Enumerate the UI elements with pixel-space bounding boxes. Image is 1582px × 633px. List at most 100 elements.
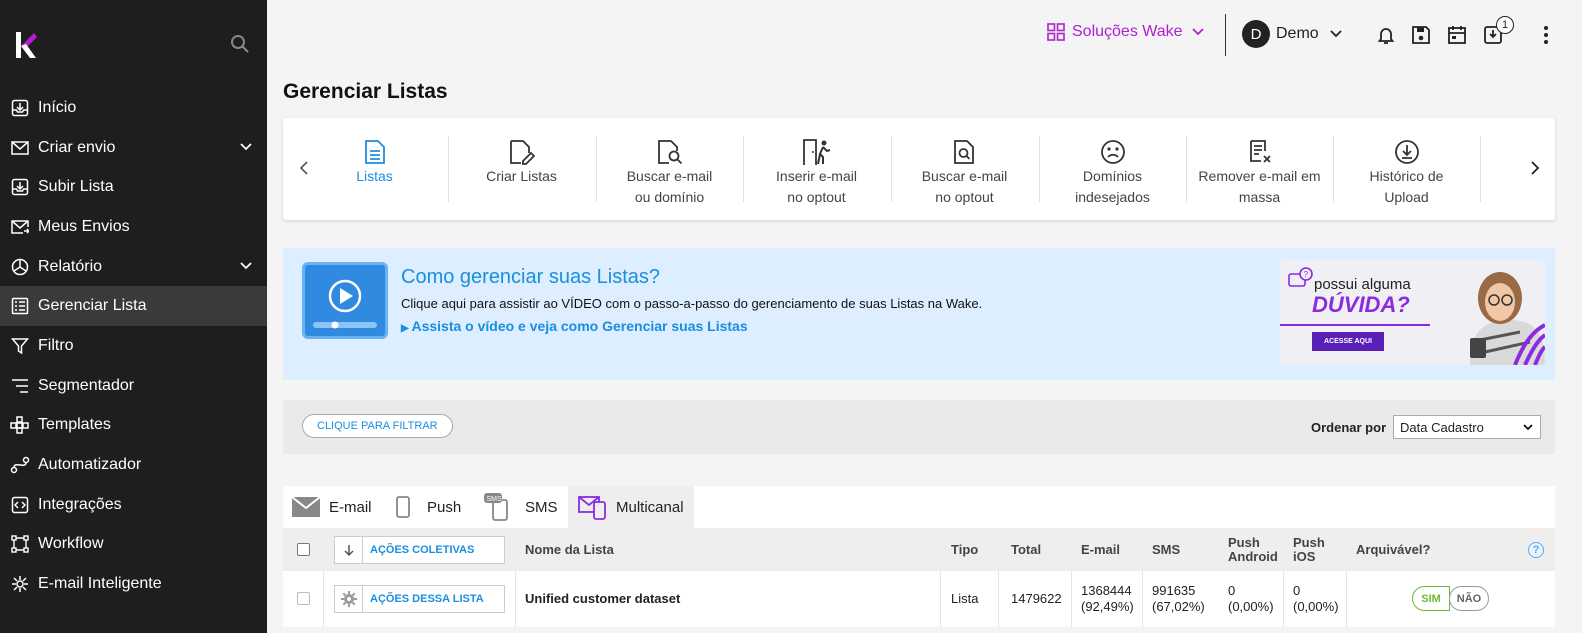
toolbar-label: indesejados [1075,189,1150,205]
sidebar-item-automatizador[interactable]: Automatizador [0,445,267,485]
row-actions-button[interactable]: AÇÕES DESSA LISTA [334,585,505,613]
search-icon[interactable] [230,34,250,54]
toolbar-label: Inserir e-mail [776,168,857,184]
ios-count: 0 [1293,583,1301,598]
tab-label: SMS [525,498,558,516]
header-sms[interactable]: SMS [1152,528,1180,571]
row-checkbox[interactable] [297,592,310,605]
sidebar-item-segmentador[interactable]: Segmentador [0,366,267,406]
header-push-android-line1: Push [1228,534,1260,550]
pie-chart-icon [10,257,30,277]
toolbar-dominios-indesejados[interactable]: Domínios indesejados [1039,138,1186,210]
solucoes-wake-menu[interactable]: Soluções Wake [1047,23,1212,41]
sidebar-item-relatorio[interactable]: Relatório [0,247,267,287]
sidebar-item-criar-envio[interactable]: Criar envio [0,128,267,168]
more-vertical-icon[interactable] [1535,24,1557,46]
promo-button[interactable]: ACESSE AQUI [1312,332,1384,351]
tab-sms[interactable]: SMS SMS [483,486,558,528]
sidebar-item-label: Templates [38,416,111,434]
order-label: Ordenar por [1311,420,1387,435]
toolbar-buscar-email-dominio[interactable]: Buscar e-mail ou domínio [596,138,743,210]
sidebar-item-label: E-mail Inteligente [38,575,162,593]
sidebar-item-label: Subir Lista [38,178,114,196]
list-name[interactable]: Unified customer dataset [525,571,680,627]
sidebar-item-email-inteligente[interactable]: E-mail Inteligente [0,564,267,604]
calendar-icon[interactable] [1446,24,1468,46]
toolbar-label: Domínios [1082,168,1143,184]
user-menu[interactable]: D Demo [1242,20,1343,48]
sidebar-item-workflow[interactable]: Workflow [0,525,267,565]
header-push-ios[interactable]: Push iOS [1293,528,1325,571]
toolbar-criar-listas[interactable]: Criar Listas [448,138,595,210]
download-count-badge: 1 [1496,16,1514,34]
multichannel-icon [578,494,608,520]
header-email[interactable]: E-mail [1081,528,1120,571]
person-illustration [1470,272,1545,365]
header-nome-lista[interactable]: Nome da Lista [525,528,614,571]
divider [998,571,999,627]
toolbar-inserir-email-optout[interactable]: Inserir e-mail no optout [743,138,890,210]
sms-count: 991635 [1152,583,1196,598]
header-push-android[interactable]: Push Android [1228,528,1278,571]
play-icon [313,279,377,329]
chevron-down-icon[interactable] [239,140,253,154]
ios-pct: (0,00%) [1293,599,1339,614]
sidebar-item-label: Segmentador [38,376,135,394]
bulk-actions-label: AÇÕES COLETIVAS [370,544,475,556]
door-person-icon [743,138,890,166]
sidebar-item-inicio[interactable]: Início [0,88,267,128]
sidebar-item-subir-lista[interactable]: Subir Lista [0,167,267,207]
filter-button[interactable]: CLIQUE PARA FILTRAR [302,414,453,438]
sidebar-item-label: Filtro [38,336,74,354]
top-bar: Soluções Wake D Demo [267,0,1582,70]
help-icon[interactable]: ? [1528,542,1544,558]
grid-template-icon [10,415,30,435]
banner-title[interactable]: Como gerenciar suas Listas? [401,266,660,289]
divider [1346,571,1347,627]
toolbar-historico-upload[interactable]: Histórico de Upload [1333,138,1480,210]
nao-button[interactable]: NÃO [1449,586,1489,611]
sidebar-nav: Início Criar envio Subir Lista Meus Envi… [0,88,267,604]
header-tipo[interactable]: Tipo [951,528,978,571]
toolbar-listas[interactable]: Listas [301,138,448,210]
svg-text:?: ? [1304,270,1309,279]
sidebar-item-integracoes[interactable]: Integrações [0,485,267,525]
sms-pct: (67,02%) [1152,599,1205,614]
toolbar-label: Remover e-mail em [1198,168,1321,184]
sidebar-item-meus-envios[interactable]: Meus Envios [0,207,267,247]
email-count: 1368444 [1081,583,1132,598]
sidebar-item-label: Workflow [38,535,104,553]
select-all-checkbox[interactable] [297,543,310,556]
header-push-ios-line2: iOS [1293,548,1316,564]
toolbar-label: Upload [1384,189,1429,205]
tab-email[interactable]: E-mail [291,486,384,528]
banner-video-link[interactable]: ▶ Assista o vídeo e veja como Gerenciar … [401,318,748,334]
android-count: 0 [1228,583,1236,598]
wake-logo-icon[interactable] [14,30,38,60]
android-pct: (0,00%) [1228,599,1274,614]
bulk-actions-button[interactable]: AÇÕES COLETIVAS [334,536,505,564]
order-select[interactable]: Data Cadastro [1393,415,1541,439]
chevron-right-icon[interactable] [1528,158,1542,178]
sidebar-item-filtro[interactable]: Filtro [0,326,267,366]
apps-grid-icon [1047,23,1065,41]
toolbar-buscar-email-optout[interactable]: Buscar e-mail no optout [891,138,1038,210]
sim-button[interactable]: SIM [1412,586,1450,611]
chevron-down-icon[interactable] [239,259,253,273]
bell-icon[interactable] [1375,24,1397,46]
header-push-ios-line1: Push [1293,534,1325,550]
tab-multicanal[interactable]: Multicanal [568,486,694,528]
segment-lines-icon [10,376,30,396]
toolbar-remover-email-massa[interactable]: Remover e-mail em massa [1186,138,1333,210]
tab-push[interactable]: Push [395,486,461,528]
duvida-promo[interactable]: ? possui alguma DÚVIDA? ACESSE AQUI [1280,260,1545,365]
header-total[interactable]: Total [1011,528,1041,571]
sidebar-item-templates[interactable]: Templates [0,406,267,446]
promo-line2: DÚVIDA? [1312,292,1410,317]
divider [323,571,324,627]
save-icon[interactable] [1410,24,1432,46]
video-thumbnail[interactable] [302,262,388,339]
filter-bar: CLIQUE PARA FILTRAR Ordenar por Data Cad… [283,400,1555,454]
banner-description: Clique aqui para assistir ao VÍDEO com o… [401,296,983,311]
sidebar-item-gerenciar-lista[interactable]: Gerenciar Lista [0,286,267,327]
